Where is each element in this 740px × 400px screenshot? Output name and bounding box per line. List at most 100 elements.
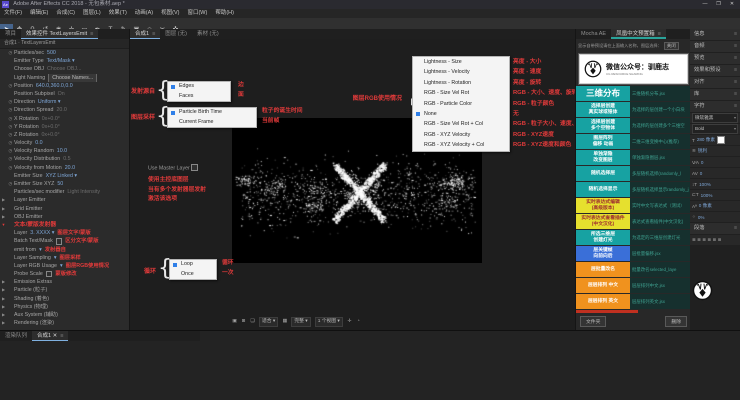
character-value-3[interactable]: 100% <box>699 182 711 187</box>
presets-action-button-1[interactable]: 删除 <box>665 316 687 327</box>
loop-menu-item-0[interactable]: Loop <box>170 260 216 270</box>
font-family-select[interactable]: 微软雅黑 <box>692 113 738 123</box>
dock-panel-2[interactable]: 预览≡ <box>690 53 740 64</box>
effect-property-row[interactable]: ◷Velocity Distribution0.5 <box>0 155 129 163</box>
effect-property-row[interactable]: ◷Direction Spread20.0 <box>0 106 129 114</box>
effect-controls-tab-0[interactable]: 项目 <box>0 29 21 39</box>
stopwatch-icon[interactable]: ◷ <box>7 49 14 57</box>
stopwatch-icon[interactable]: ◷ <box>7 82 14 90</box>
property-value[interactable]: 0.0 <box>35 139 42 147</box>
layer-sampling-menu-item-0[interactable]: Particle Birth Time <box>168 108 256 118</box>
property-checkbox[interactable] <box>46 271 53 278</box>
menubar-item-6[interactable]: 视图(V) <box>157 9 183 18</box>
expand-arrow-icon[interactable]: ▶ <box>0 278 7 286</box>
effect-property-row[interactable]: ▶Particle (粒子) <box>0 286 129 294</box>
stopwatch-icon[interactable]: ◷ <box>7 131 14 139</box>
character-value-2[interactable]: 0 <box>700 171 703 176</box>
script-button-4[interactable]: 单独渐隐 改变图层 <box>576 150 630 165</box>
viewer-icon-5[interactable]: ◔ <box>354 317 363 327</box>
stopwatch-icon[interactable]: ◷ <box>7 164 14 172</box>
script-button-1[interactable]: 选择层创建 真实球或锥体 <box>576 102 630 117</box>
effect-property-row[interactable]: Layer3. XXXX ▾图层文字/蒙版 <box>0 229 129 237</box>
viewer-icon-0[interactable]: ▣ <box>230 317 239 327</box>
viewer-tab-1[interactable]: 图层 (无) <box>160 29 192 39</box>
property-value[interactable]: 0x+0.0° <box>42 115 60 123</box>
view-layout-select[interactable]: 1 个视图 ▾ <box>315 317 343 327</box>
effect-property-row[interactable]: Light NamingChoose Names... <box>0 74 129 82</box>
rgb-menu-item-2[interactable]: Lightness - Rotation <box>413 78 509 88</box>
viewer-tab-0[interactable]: 合成1≡ <box>130 29 160 39</box>
effect-property-row[interactable]: ◷Particles/sec500 <box>0 49 129 57</box>
effect-property-row[interactable]: ◷Y Rotation0x+0.0° <box>0 123 129 131</box>
menubar-item-0[interactable]: 文件(F) <box>0 9 26 18</box>
paragraph-panel-header[interactable]: 段落≡ <box>690 223 740 234</box>
dock-panel-4[interactable]: 对齐≡ <box>690 77 740 88</box>
rgb-menu-item-1[interactable]: Lightness - Velocity <box>413 67 509 77</box>
property-value[interactable]: 0x+0.0° <box>42 123 60 131</box>
property-value[interactable]: Text/Mask ▾ <box>47 57 75 65</box>
viewer-icon-1[interactable]: ⊞ <box>239 317 248 327</box>
expand-arrow-icon[interactable]: ▶ <box>0 311 7 319</box>
effect-property-row[interactable]: Layer RGB Usage▾图层RGB使用情况 <box>0 262 129 270</box>
stopwatch-icon[interactable]: ◷ <box>7 147 14 155</box>
viewer-panel-menu-icon[interactable]: ≡ <box>152 31 155 37</box>
stopwatch-icon[interactable]: ◷ <box>7 123 14 131</box>
script-button-2[interactable]: 选择层创建 多个空物体 <box>576 118 630 133</box>
property-value[interactable]: 3. XXXX ▾ <box>30 229 54 237</box>
character-value-1[interactable]: 0 <box>701 160 704 165</box>
presets-tab-1[interactable]: 凤凰中文预置箱≡ <box>611 29 666 39</box>
rgb-menu-item-0[interactable]: Lightness - Size <box>413 57 509 67</box>
effect-property-row[interactable]: ◷Velocity0.0 <box>0 139 129 147</box>
presets-panel-menu-icon[interactable]: ≡ <box>658 31 661 37</box>
property-value[interactable]: Uniform ▾ <box>38 98 61 106</box>
rgb-menu-item-8[interactable]: RGB - XYZ Velocity + Col <box>413 140 509 150</box>
effect-property-row[interactable]: ◷X Rotation0x+0.0° <box>0 115 129 123</box>
script-button-13[interactable]: 层层排列 英文 <box>576 294 630 309</box>
property-value[interactable]: XYZ Linked ▾ <box>46 172 78 180</box>
effect-property-row[interactable]: ▶Emission Extras <box>0 278 129 286</box>
stopwatch-icon[interactable]: ◷ <box>7 115 14 123</box>
expand-arrow-icon[interactable]: ▶ <box>0 213 7 221</box>
effect-property-row[interactable]: ◷Z Rotation0x+0.0° <box>0 131 129 139</box>
rgb-menu-item-5[interactable]: None <box>413 109 509 119</box>
expand-arrow-icon[interactable]: ▶ <box>0 319 7 327</box>
property-value[interactable]: ▾ <box>39 246 42 254</box>
script-button-6[interactable]: 随机选择显示 <box>576 182 630 197</box>
effect-property-row[interactable]: ▶Layer Emitter <box>0 196 129 204</box>
property-value[interactable]: 500 <box>47 49 56 57</box>
property-value[interactable]: Choose Names... <box>48 74 97 82</box>
effect-property-row[interactable]: Probe Scale蒙版修改 <box>0 270 129 278</box>
script-button-12[interactable]: 层层排列 中文 <box>576 278 630 293</box>
close-button[interactable]: ✕ <box>726 0 738 9</box>
menubar-item-3[interactable]: 图层(L) <box>79 9 105 18</box>
stopwatch-icon[interactable]: ◷ <box>7 98 14 106</box>
presets-close-button[interactable]: 关闭 <box>664 42 679 50</box>
rgb-menu-item-7[interactable]: RGB - XYZ Velocity <box>413 130 509 140</box>
property-value[interactable]: 0.5 <box>63 155 70 163</box>
viewer-tab-2[interactable]: 素材 (无) <box>192 29 224 39</box>
property-value[interactable]: 640.0,360.0,0.0 <box>36 82 73 90</box>
dock-panel-0[interactable]: 信息≡ <box>690 29 740 40</box>
script-button-3[interactable]: 图层阵列 偏移 动画 <box>576 134 630 149</box>
expand-arrow-icon[interactable]: ▶ <box>0 303 7 311</box>
effect-property-row[interactable]: ▶Shading (着色) <box>0 295 129 303</box>
effect-property-row[interactable]: ◷Position640.0,360.0,0.0 <box>0 82 129 90</box>
stopwatch-icon[interactable]: ◷ <box>7 106 14 114</box>
viewer-icon-2[interactable]: ❏ <box>248 317 257 327</box>
effect-property-row[interactable]: ▶Physics (物理) <box>0 303 129 311</box>
effect-property-row[interactable]: ▼文本/蒙版发射器 <box>0 221 129 229</box>
emit-from-menu-item-1[interactable]: Faces <box>168 92 230 102</box>
effect-property-row[interactable]: ▶Aux System (辅助) <box>0 311 129 319</box>
effect-property-row[interactable]: Batch Text/Mask区分文字/蒙版 <box>0 237 129 245</box>
effect-property-row[interactable]: Choose OBJChoose OBJ... <box>0 65 129 73</box>
font-style-select[interactable]: Bold <box>692 124 738 134</box>
timeline-panel-menu-icon[interactable]: ≡ <box>60 333 63 339</box>
emit-from-menu-item-0[interactable]: Edges <box>168 82 230 92</box>
character-value-5[interactable]: 0 像素 <box>699 203 712 209</box>
character-value-4[interactable]: 100% <box>701 193 713 198</box>
effect-property-row[interactable]: ◷Emitter Size XYZ50 <box>0 180 129 188</box>
expand-arrow-icon[interactable]: ▶ <box>0 205 7 213</box>
character-panel-header[interactable]: 字符≡ <box>690 101 740 112</box>
character-value-0[interactable]: 锐利 <box>698 148 707 154</box>
property-value[interactable]: 10.0 <box>57 147 67 155</box>
